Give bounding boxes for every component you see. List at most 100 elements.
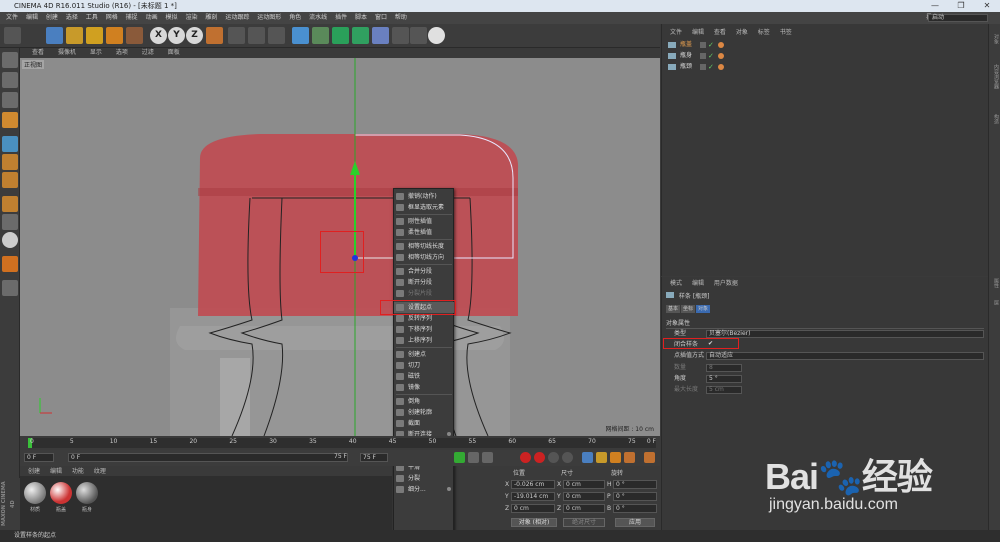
menu-pipeline[interactable]: 流水线 <box>309 14 327 21</box>
end-frame-field[interactable]: 75 F <box>360 453 388 462</box>
key-scale-icon[interactable] <box>596 452 607 463</box>
context-menu-item[interactable]: 相等切线方向 <box>394 252 454 263</box>
tab-basic[interactable]: 基本 <box>666 305 680 313</box>
enabled-check-icon[interactable]: ✓ <box>708 40 714 50</box>
viewport-menu-camera[interactable]: 摄像机 <box>58 49 76 56</box>
context-menu-item[interactable]: 细分... <box>394 484 454 495</box>
coord-pos-y[interactable]: -19.014 cm <box>511 492 555 501</box>
visibility-dots-icon[interactable] <box>700 42 706 48</box>
mat-menu-edit[interactable]: 编辑 <box>50 468 62 475</box>
attr-menu-edit[interactable]: 编辑 <box>692 280 704 287</box>
om-menu-view[interactable]: 查看 <box>714 29 726 36</box>
context-menu-item[interactable]: 上移序列 <box>394 335 454 346</box>
minimize-icon[interactable]: — <box>922 0 948 12</box>
right-tab-objects[interactable]: 对象 <box>990 34 1000 44</box>
snap-icon[interactable] <box>2 232 18 248</box>
key-rotation-icon[interactable] <box>610 452 621 463</box>
render-picture-viewer-icon[interactable] <box>248 27 265 44</box>
autokey-icon[interactable] <box>534 452 545 463</box>
close-icon[interactable]: ✕ <box>974 0 1000 12</box>
material-tag-icon[interactable] <box>718 64 724 70</box>
menu-render[interactable]: 渲染 <box>185 14 197 21</box>
start-frame-field[interactable]: 0 F <box>24 453 54 462</box>
scale-tool-icon[interactable] <box>86 27 103 44</box>
material-ball-0[interactable] <box>24 482 46 504</box>
maximize-icon[interactable]: ❐ <box>948 0 974 12</box>
mat-menu-function[interactable]: 功能 <box>72 468 84 475</box>
menu-motion-tracking[interactable]: 运动跟踪 <box>225 14 249 21</box>
coord-apply-button[interactable]: 应用 <box>615 518 655 527</box>
points-mode-icon[interactable] <box>2 136 18 152</box>
menu-tools[interactable]: 工具 <box>86 14 98 21</box>
om-menu-tags[interactable]: 标签 <box>758 29 770 36</box>
texture-mode-icon[interactable] <box>2 92 18 108</box>
grid-icon[interactable] <box>2 280 18 296</box>
layout-select[interactable]: 启动 <box>928 14 988 22</box>
coord-size-x[interactable]: 0 cm <box>563 480 605 489</box>
menu-mograph[interactable]: 运动图形 <box>257 14 281 21</box>
recent-tool-icon[interactable] <box>126 27 143 44</box>
right-tab-structure[interactable]: 构造 <box>990 114 1000 124</box>
attr-angle-field[interactable]: 5 ° <box>706 375 742 383</box>
render-view-icon[interactable] <box>228 27 245 44</box>
mat-menu-create[interactable]: 创建 <box>28 468 40 475</box>
undo-icon[interactable] <box>4 27 21 44</box>
deformer-icon[interactable] <box>372 27 389 44</box>
light-icon[interactable] <box>428 27 445 44</box>
enabled-check-icon[interactable]: ✓ <box>708 51 714 61</box>
menu-help[interactable]: 帮助 <box>395 14 407 21</box>
tweak-mode-icon[interactable] <box>2 214 18 230</box>
timeline-ruler[interactable]: 0 5 10 15 20 25 30 35 40 45 50 55 60 65 70 75 0 F <box>20 436 660 450</box>
viewport-front-view[interactable]: 正视图 网格间距 : 10 cm <box>20 58 660 436</box>
viewport-menu-options[interactable]: 选项 <box>116 49 128 56</box>
om-menu-edit[interactable]: 编辑 <box>692 29 704 36</box>
right-tab-attributes[interactable]: 属性 <box>990 278 1000 288</box>
om-menu-object[interactable]: 对象 <box>736 29 748 36</box>
coord-rot-p[interactable]: 0 ° <box>613 492 657 501</box>
select-tool-icon[interactable] <box>46 27 63 44</box>
menu-snap[interactable]: 捕捉 <box>126 14 138 21</box>
y-axis-lock-icon[interactable]: Y <box>168 27 185 44</box>
animation-icon[interactable] <box>2 256 18 272</box>
play-icon[interactable] <box>454 452 465 463</box>
viewport-menu-view[interactable]: 查看 <box>32 49 44 56</box>
scene-icon[interactable] <box>392 27 409 44</box>
object-row-0[interactable]: 瓶盖 ✓ <box>666 40 986 50</box>
om-menu-bookmarks[interactable]: 书签 <box>780 29 792 36</box>
record-icon[interactable] <box>520 452 531 463</box>
visibility-dots-icon[interactable] <box>700 64 706 70</box>
menu-select[interactable]: 选择 <box>66 14 78 21</box>
material-ball-1[interactable] <box>50 482 72 504</box>
attr-interpolation-select[interactable]: 自动适应 <box>706 352 984 360</box>
attr-type-select[interactable]: 贝塞尔(Bezier) <box>706 330 984 338</box>
menu-window[interactable]: 窗口 <box>375 14 387 21</box>
context-menu-item[interactable]: 倒角 <box>394 396 454 407</box>
x-axis-lock-icon[interactable]: X <box>150 27 167 44</box>
coord-size-z[interactable]: 0 cm <box>563 504 605 513</box>
tab-object[interactable]: 对象 <box>696 305 710 313</box>
subdivision-surface-icon[interactable] <box>332 27 349 44</box>
attr-number-field[interactable]: 8 <box>706 364 742 372</box>
menu-sculpt[interactable]: 雕刻 <box>205 14 217 21</box>
preview-end-field[interactable]: 75 F <box>332 453 352 462</box>
context-menu-item[interactable]: 反转序列 <box>394 313 454 324</box>
edges-mode-icon[interactable] <box>2 154 18 170</box>
coord-size-y[interactable]: 0 cm <box>563 492 605 501</box>
object-row-1[interactable]: 瓶身 ✓ <box>666 51 986 61</box>
context-menu-item[interactable]: 合并分段 <box>394 266 454 277</box>
object-row-2[interactable]: 瓶颈 ✓ <box>666 62 986 72</box>
menu-mesh[interactable]: 网格 <box>106 14 118 21</box>
material-ball-2[interactable] <box>76 482 98 504</box>
menu-simulate[interactable]: 模拟 <box>166 14 178 21</box>
context-menu-item[interactable]: 柔性插值 <box>394 227 454 238</box>
mat-menu-texture[interactable]: 纹理 <box>94 468 106 475</box>
coord-pos-x[interactable]: -0.026 cm <box>511 480 555 489</box>
render-settings-icon[interactable] <box>268 27 285 44</box>
model-mode-icon[interactable] <box>2 72 18 88</box>
pla-icon[interactable] <box>562 452 573 463</box>
context-menu-item[interactable]: 撤销(动作) <box>394 191 454 202</box>
loop-icon[interactable] <box>482 452 493 463</box>
menu-create[interactable]: 创建 <box>46 14 58 21</box>
context-menu-item[interactable]: 创建点 <box>394 349 454 360</box>
make-editable-icon[interactable] <box>2 52 18 68</box>
